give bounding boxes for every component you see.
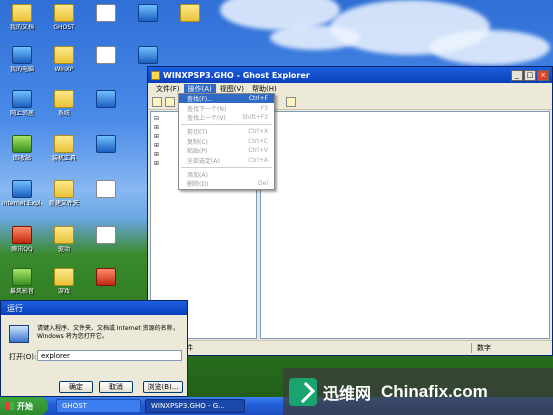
- run-icon: [9, 325, 29, 343]
- tree-expander-icon[interactable]: ⊞: [154, 124, 159, 131]
- file-icon: [96, 46, 116, 64]
- audio-icon: [96, 90, 116, 108]
- desktop-file-4[interactable]: [86, 135, 126, 153]
- desktop-icon-recycle-bin[interactable]: 回收站: [2, 135, 42, 162]
- menu-item-copy[interactable]: 复制(C) Ctrl+C: [179, 137, 274, 146]
- taskbar-item-ghost-explorer[interactable]: WINXPSP3.GHO - G...: [145, 399, 245, 413]
- folder-icon: [54, 180, 74, 198]
- file-list-pane[interactable]: [260, 111, 550, 339]
- desktop-icon-drivers[interactable]: 驱动: [44, 226, 84, 253]
- windows-logo-icon: [6, 402, 14, 410]
- qq-icon: [12, 226, 32, 244]
- installer-icon: [138, 4, 158, 22]
- run-description: 请键入程序、文件夹、文档或 Internet 资源的名称，Windows 将为您…: [37, 325, 179, 340]
- desktop-icon-my-documents[interactable]: 我的文档: [2, 4, 42, 31]
- help-icon[interactable]: [286, 97, 296, 107]
- app-icon: [96, 268, 116, 286]
- desktop-icon-games[interactable]: 游戏: [44, 268, 84, 295]
- desktop-file-5[interactable]: [86, 180, 126, 198]
- action-menu-dropdown: 查找(F)... Ctrl+F 查找下一个(N) F3 查找上一个(V) Shift+…: [178, 93, 275, 190]
- ie-icon: [12, 180, 32, 198]
- watermark-cn: 迅维网: [323, 383, 372, 403]
- open-input[interactable]: explorer: [37, 350, 182, 361]
- window-titlebar[interactable]: WINXPSP3.GHO - Ghost Explorer _ □ ×: [148, 67, 552, 83]
- desktop-file-9[interactable]: [128, 46, 168, 64]
- installer-icon: [138, 46, 158, 64]
- desktop-icon-ghost[interactable]: GHOST: [44, 4, 84, 31]
- desktop-icon-tools[interactable]: 装机工具: [44, 135, 84, 162]
- run-dialog: 运行 请键入程序、文件夹、文档或 Internet 资源的名称，Windows …: [0, 300, 188, 397]
- storm-player-icon: [12, 268, 32, 286]
- recycle-bin-icon: [12, 135, 32, 153]
- status-numlock: 数字: [471, 343, 552, 353]
- menu-item-delete[interactable]: 删除(D) Del: [179, 179, 274, 188]
- desktop-icon-ie[interactable]: Internet Explorer: [2, 180, 42, 207]
- file-icon: [96, 4, 116, 22]
- open-label: 打开(O):: [9, 353, 37, 361]
- folder-icon: [54, 4, 74, 22]
- close-button[interactable]: ×: [537, 69, 549, 81]
- desktop-icon-network[interactable]: 网上邻居: [2, 90, 42, 117]
- desktop-icon-winxp[interactable]: WinXP: [44, 46, 84, 73]
- desktop-icon-qq[interactable]: 腾讯QQ: [2, 226, 42, 253]
- tree-expander-icon[interactable]: ⊞: [154, 160, 159, 167]
- ok-button[interactable]: 确定: [59, 381, 93, 393]
- package-icon: [180, 4, 200, 22]
- menu-separator: [181, 124, 272, 126]
- window-title: WINXPSP3.GHO - Ghost Explorer: [163, 70, 310, 80]
- desktop-file-7[interactable]: [86, 268, 126, 286]
- folder-icon: [54, 226, 74, 244]
- tree-expander-icon[interactable]: ⊟: [154, 115, 159, 122]
- open-folder-icon[interactable]: [152, 97, 162, 107]
- tree-expander-icon[interactable]: ⊞: [154, 133, 159, 140]
- desktop-icon-new-folder[interactable]: 新建文件夹: [44, 180, 84, 207]
- menu-item-find-prev[interactable]: 查找上一个(V) Shift+F3: [179, 113, 274, 122]
- taskbar-item-ghost[interactable]: GHOST: [56, 399, 141, 413]
- menu-separator: [181, 166, 272, 168]
- globe-icon: [96, 135, 116, 153]
- extract-icon[interactable]: [165, 97, 175, 107]
- folder-icon: [54, 90, 74, 108]
- cancel-button[interactable]: 取消: [99, 381, 133, 393]
- desktop-icon-system[interactable]: 系统: [44, 90, 84, 117]
- ghost-app-icon: [151, 70, 160, 80]
- desktop-file-1[interactable]: [86, 4, 126, 22]
- watermark-en: Chinafix.com: [381, 381, 488, 401]
- folder-icon: [54, 268, 74, 286]
- run-dialog-title[interactable]: 运行: [1, 301, 187, 315]
- file-icon: [96, 226, 116, 244]
- start-label: 开始: [17, 401, 33, 411]
- chinafix-logo-icon: [289, 377, 317, 406]
- folder-icon: [54, 135, 74, 153]
- tree-expander-icon[interactable]: ⊞: [154, 142, 159, 149]
- network-icon: [12, 90, 32, 108]
- menu-item-find[interactable]: 查找(F)... Ctrl+F: [179, 94, 274, 104]
- file-icon: [96, 180, 116, 198]
- folder-icon: [12, 4, 32, 22]
- menu-item-add[interactable]: 添加(A): [179, 170, 274, 179]
- tree-expander-icon[interactable]: ⊞: [154, 151, 159, 158]
- menu-item-paste[interactable]: 粘贴(P) Ctrl+V: [179, 146, 274, 155]
- browse-button[interactable]: 浏览(B)...: [143, 381, 183, 393]
- desktop-file-10[interactable]: [170, 4, 210, 22]
- maximize-button[interactable]: □: [524, 69, 536, 81]
- computer-icon: [12, 46, 32, 64]
- desktop-icon-storm[interactable]: 暴风影音: [2, 268, 42, 295]
- desktop-file-6[interactable]: [86, 226, 126, 244]
- menu-item-find-next[interactable]: 查找下一个(N) F3: [179, 103, 274, 113]
- statusbar: 显示指定文件 数字: [148, 340, 552, 355]
- desktop-file-3[interactable]: [86, 90, 126, 108]
- start-button[interactable]: 开始: [0, 397, 48, 415]
- watermark: 迅维网 Chinafix.com: [283, 368, 553, 415]
- minimize-button[interactable]: _: [511, 69, 523, 81]
- desktop-file-8[interactable]: [128, 4, 168, 22]
- desktop-file-2[interactable]: [86, 46, 126, 64]
- status-text: 显示指定文件: [148, 343, 471, 353]
- desktop-icon-my-computer[interactable]: 我的电脑: [2, 46, 42, 73]
- folder-icon: [54, 46, 74, 64]
- menu-item-cut[interactable]: 剪切(T) Ctrl+X: [179, 127, 274, 136]
- menu-item-select-all[interactable]: 全部选定(A) Ctrl+A: [179, 155, 274, 165]
